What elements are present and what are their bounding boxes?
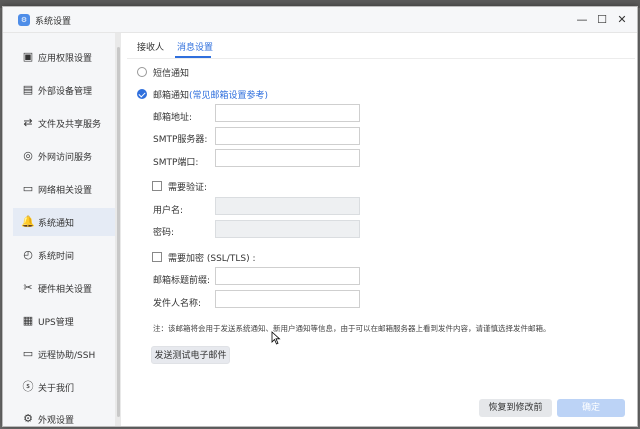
window-title: 系统设置 xyxy=(35,17,72,27)
email-address-input[interactable] xyxy=(215,104,360,122)
settings-window: ⚙ 系统设置 — ☐ ✕ ▣ 应用权限设置 ▤ 外部设备管理 ⇄ 文件及共享服务 ◎ 外网访问… xyxy=(2,6,638,427)
title-bar: ⚙ 系统设置 — ☐ ✕ xyxy=(3,7,637,33)
active-tab-indicator xyxy=(175,56,211,58)
close-button[interactable]: ✕ xyxy=(614,12,630,28)
sidebar: ▣ 应用权限设置 ▤ 外部设备管理 ⇄ 文件及共享服务 ◎ 外网访问服务 ▭ 网络相关设置 🔔 系统通… xyxy=(3,33,117,426)
globe-clock-icon: ◴ xyxy=(23,248,33,261)
sidebar-item-label: 硬件相关设置 xyxy=(38,285,93,295)
username-input[interactable] xyxy=(215,197,360,215)
password-input[interactable] xyxy=(215,220,360,238)
password-label: 密码: xyxy=(153,228,175,238)
email-label-text: 邮箱通知 xyxy=(153,91,190,101)
file-share-icon: ⇄ xyxy=(23,116,33,129)
email-label: 邮箱通知(常见邮箱设置参考) xyxy=(153,88,268,101)
send-test-email-button[interactable]: 发送测试电子邮件 xyxy=(151,346,230,364)
mouse-cursor-icon xyxy=(271,331,281,345)
sidebar-item-label: 外部设备管理 xyxy=(38,87,93,97)
sidebar-item-label: 远程协助/SSH xyxy=(38,351,96,361)
sidebar-item-label: 应用权限设置 xyxy=(38,54,93,64)
ok-button[interactable]: 确定 xyxy=(557,399,625,417)
smtp-port-input[interactable] xyxy=(215,149,360,167)
restore-button[interactable]: 恢复到修改前 xyxy=(479,399,552,417)
sidebar-item[interactable]: ✂ 硬件相关设置 xyxy=(13,274,117,302)
email-usage-note: 注：该邮箱将会用于发送系统通知、新用户通知等信息，由于可以在邮箱服务器上看到发件… xyxy=(153,324,551,333)
sidebar-item[interactable]: ▤ 外部设备管理 xyxy=(13,76,117,104)
appearance-gear-icon: ⚙ xyxy=(23,412,33,425)
sidebar-item-label: 文件及共享服务 xyxy=(38,120,102,130)
app-permission-icon: ▣ xyxy=(22,50,34,63)
tab-bar: 接收人 消息设置 xyxy=(127,35,635,59)
smtp-server-input[interactable] xyxy=(215,127,360,145)
sidebar-item[interactable]: ◴ 系统时间 xyxy=(13,241,117,269)
sidebar-item[interactable]: ◎ 外网访问服务 xyxy=(13,142,117,170)
remote-assist-icon: ▭ xyxy=(22,347,34,360)
need-auth-checkbox[interactable] xyxy=(152,181,162,191)
ups-icon: ▦ xyxy=(22,314,34,327)
sender-name-input[interactable] xyxy=(215,290,360,308)
sms-radio[interactable] xyxy=(137,67,147,77)
username-label: 用户名: xyxy=(153,206,184,216)
tools-icon: ✂ xyxy=(23,281,33,294)
sidebar-item-label: 外网访问服务 xyxy=(38,153,93,163)
subject-prefix-input[interactable] xyxy=(215,267,360,285)
sidebar-item[interactable]: ▣ 应用权限设置 xyxy=(13,43,117,71)
sidebar-scrollbar-thumb[interactable] xyxy=(117,47,120,417)
smtp-server-label: SMTP服务器: xyxy=(153,135,208,145)
need-encrypt-checkbox[interactable] xyxy=(152,252,162,262)
sidebar-item[interactable]: ⚙ 外观设置 xyxy=(13,405,117,429)
sidebar-item[interactable]: ▭ 远程协助/SSH xyxy=(13,340,117,368)
minimize-button[interactable]: — xyxy=(574,12,590,28)
bell-icon: 🔔 xyxy=(21,215,35,228)
subject-prefix-label: 邮箱标题前缀: xyxy=(153,276,211,286)
network-settings-icon: ▭ xyxy=(22,182,34,195)
sms-label: 短信通知 xyxy=(153,69,190,79)
tab-recipients[interactable]: 接收人 xyxy=(137,40,164,53)
sidebar-item-label: UPS管理 xyxy=(38,318,74,328)
tab-message-settings[interactable]: 消息设置 xyxy=(177,40,213,53)
sidebar-item-label: 外观设置 xyxy=(38,416,75,426)
gear-app-icon: ⚙ xyxy=(18,14,30,26)
sidebar-item[interactable]: ⓢ 关于我们 xyxy=(13,373,117,401)
sender-name-label: 发件人名称: xyxy=(153,299,202,309)
email-radio[interactable] xyxy=(137,89,147,99)
sidebar-item[interactable]: ▦ UPS管理 xyxy=(13,307,117,335)
sidebar-item[interactable]: ▭ 网络相关设置 xyxy=(13,175,117,203)
sidebar-item[interactable]: 🔔 系统通知 xyxy=(13,208,117,236)
info-icon: ⓢ xyxy=(22,380,34,393)
email-reference-link[interactable]: (常见邮箱设置参考) xyxy=(189,91,268,101)
maximize-button[interactable]: ☐ xyxy=(594,12,610,28)
sidebar-item-label: 系统通知 xyxy=(38,219,75,229)
sidebar-item-label: 网络相关设置 xyxy=(38,186,93,196)
sidebar-item-label: 关于我们 xyxy=(38,384,75,394)
need-encrypt-label: 需要加密 (SSL/TLS) : xyxy=(168,254,256,264)
sidebar-item-label: 系统时间 xyxy=(38,252,75,262)
smtp-port-label: SMTP端口: xyxy=(153,158,199,168)
network-access-icon: ◎ xyxy=(23,149,33,162)
external-device-icon: ▤ xyxy=(22,83,34,96)
need-auth-label: 需要验证: xyxy=(168,183,208,193)
email-address-label: 邮箱地址: xyxy=(153,113,193,123)
sidebar-item[interactable]: ⇄ 文件及共享服务 xyxy=(13,109,117,137)
